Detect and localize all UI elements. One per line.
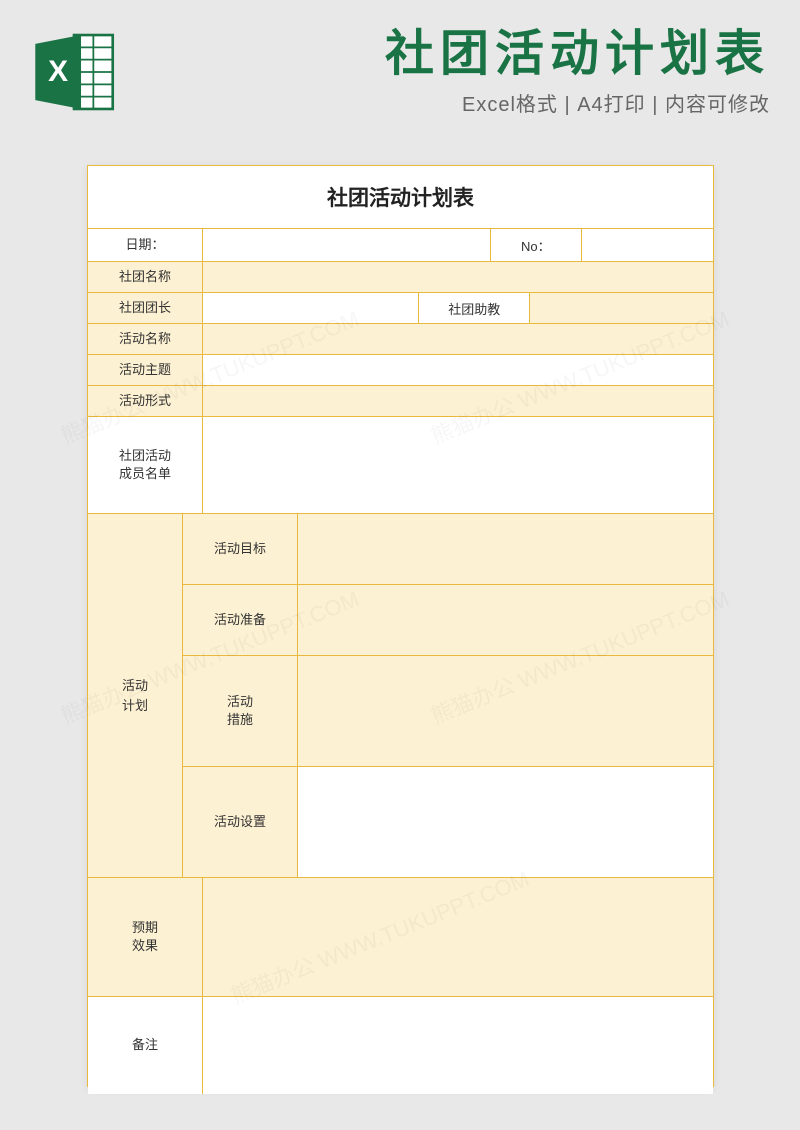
plan-prep-value[interactable] xyxy=(298,585,713,655)
date-label: 日期： xyxy=(88,229,203,261)
leader-value[interactable] xyxy=(203,293,419,323)
expected-label: 预期 效果 xyxy=(88,878,203,996)
club-name-label: 社团名称 xyxy=(88,262,203,292)
plan-setting-row: 活动设置 xyxy=(183,767,713,877)
expected-value[interactable] xyxy=(203,878,713,996)
plan-label: 活动 计划 xyxy=(88,514,183,877)
plan-measure-row: 活动 措施 xyxy=(183,656,713,767)
title-main: 社团活动计划表 xyxy=(136,28,770,82)
row-activity-name: 活动名称 xyxy=(88,324,713,355)
no-label: No： xyxy=(491,229,582,261)
date-value[interactable] xyxy=(203,229,491,261)
no-value[interactable] xyxy=(582,229,713,261)
plan-goal-label: 活动目标 xyxy=(183,514,298,584)
remarks-value[interactable] xyxy=(203,997,713,1094)
activity-theme-label: 活动主题 xyxy=(88,355,203,385)
member-list-label: 社团活动 成员名单 xyxy=(88,417,203,513)
remarks-label: 备注 xyxy=(88,997,203,1094)
row-leader: 社团团长 社团助教 xyxy=(88,293,713,324)
activity-name-value[interactable] xyxy=(203,324,713,354)
row-activity-theme: 活动主题 xyxy=(88,355,713,386)
club-name-value[interactable] xyxy=(203,262,713,292)
assistant-value[interactable] xyxy=(530,293,713,323)
plan-measure-value[interactable] xyxy=(298,656,713,766)
activity-form-value[interactable] xyxy=(203,386,713,416)
activity-name-label: 活动名称 xyxy=(88,324,203,354)
form-title: 社团活动计划表 xyxy=(88,166,713,229)
row-club-name: 社团名称 xyxy=(88,262,713,293)
assistant-label: 社团助教 xyxy=(419,293,530,323)
plan-prep-row: 活动准备 xyxy=(183,585,713,656)
title-sub: Excel格式 | A4打印 | 内容可修改 xyxy=(136,88,770,117)
plan-measure-label: 活动 措施 xyxy=(183,656,298,766)
excel-icon: X xyxy=(30,28,118,116)
plan-section: 活动 计划 活动目标 活动准备 活动 措施 活动设置 xyxy=(88,514,713,878)
plan-goal-value[interactable] xyxy=(298,514,713,584)
svg-text:X: X xyxy=(48,55,68,88)
plan-goal-row: 活动目标 xyxy=(183,514,713,585)
plan-prep-label: 活动准备 xyxy=(183,585,298,655)
member-list-value[interactable] xyxy=(203,417,713,513)
leader-label: 社团团长 xyxy=(88,293,203,323)
activity-form-label: 活动形式 xyxy=(88,386,203,416)
header-text: 社团活动计划表 Excel格式 | A4打印 | 内容可修改 xyxy=(136,28,770,117)
page-header: X 社团活动计划表 Excel格式 | A4打印 | 内容可修改 xyxy=(0,0,800,135)
row-remarks: 备注 xyxy=(88,997,713,1094)
row-activity-form: 活动形式 xyxy=(88,386,713,417)
plan-setting-value[interactable] xyxy=(298,767,713,877)
activity-theme-value[interactable] xyxy=(203,355,713,385)
plan-setting-label: 活动设置 xyxy=(183,767,298,877)
row-expected: 预期 效果 xyxy=(88,878,713,997)
row-date-no: 日期： No： xyxy=(88,229,713,262)
row-member-list: 社团活动 成员名单 xyxy=(88,417,713,514)
form-sheet: 社团活动计划表 日期： No： 社团名称 社团团长 社团助教 活动名称 活动主题… xyxy=(87,165,714,1087)
